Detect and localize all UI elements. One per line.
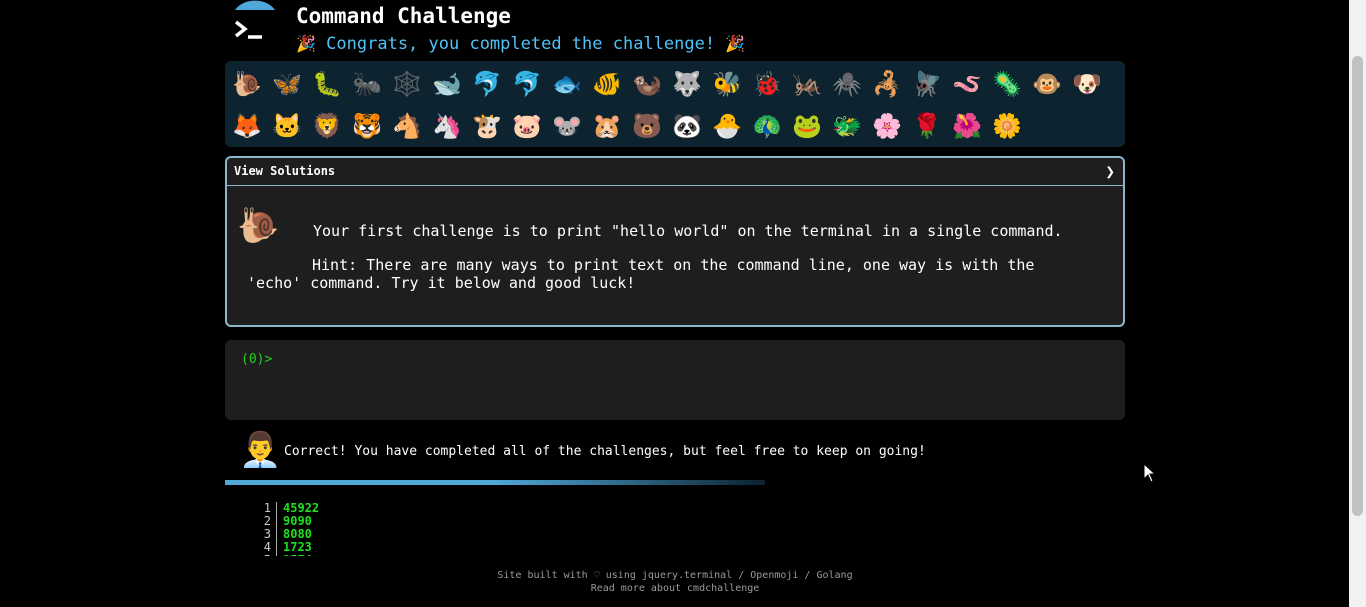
chevron-right-icon[interactable]: ❯: [1105, 162, 1115, 181]
challenge-emoji-icon[interactable]: 🐌: [227, 63, 267, 105]
challenge-emoji-icon[interactable]: 🐲: [827, 105, 867, 147]
challenge-emoji-icon[interactable]: 🐝: [707, 63, 747, 105]
footer-credits: Site built with ♡ using jquery.terminal …: [497, 570, 853, 581]
challenge-emoji-icon[interactable]: 🦚: [747, 105, 787, 147]
challenge-emoji-icon[interactable]: 🦁: [307, 105, 347, 147]
challenge-description: Your first challenge is to print "hello …: [313, 222, 1063, 240]
challenge-emoji-icon[interactable]: 🦂: [867, 63, 907, 105]
page-title: Command Challenge: [296, 4, 511, 28]
challenge-emoji-icon[interactable]: 🐵: [1027, 63, 1067, 105]
challenge-emoji-icon[interactable]: 🕸️: [387, 63, 427, 105]
result-message: 👨‍💼 Correct! You have completed all of t…: [225, 428, 1125, 480]
challenge-panel: View Solutions ❯ 🐌 Your first challenge …: [225, 156, 1125, 327]
result-divider-bar: [225, 480, 765, 485]
footer: Site built with ♡ using jquery.terminal …: [225, 569, 1125, 595]
footer-read-more-link[interactable]: Read more about cmdchallenge: [225, 582, 1125, 595]
challenge-emoji-icon[interactable]: 🌺: [947, 105, 987, 147]
challenge-emoji-icon[interactable]: 🐛: [307, 63, 347, 105]
party-popper-icon: 🎉: [725, 34, 746, 53]
page-scrollbar[interactable]: [1349, 0, 1366, 607]
challenge-emoji-icon[interactable]: 🐯: [347, 105, 387, 147]
challenge-emoji-icon[interactable]: 🐹: [587, 105, 627, 147]
challenge-emoji-icon[interactable]: 🐬: [467, 63, 507, 105]
challenge-emoji-icon[interactable]: 🐷: [507, 105, 547, 147]
challenge-emoji-icon[interactable]: 🪰: [907, 63, 947, 105]
challenge-emoji-icon[interactable]: 🐞: [747, 63, 787, 105]
challenge-emoji-icon[interactable]: 🐜: [347, 63, 387, 105]
challenge-emoji-icon[interactable]: 🕷️: [827, 63, 867, 105]
header: Command Challenge 🎉 Congrats, you comple…: [230, 0, 1130, 60]
view-solutions-toggle[interactable]: View Solutions ❯: [227, 158, 1123, 186]
scrollbar-thumb[interactable]: [1352, 56, 1363, 516]
challenge-emoji-icon[interactable]: 🐺: [667, 63, 707, 105]
challenge-emoji-icon[interactable]: 🌸: [867, 105, 907, 147]
terminal[interactable]: (0)>: [225, 340, 1125, 420]
challenge-emoji-icon[interactable]: 🌹: [907, 105, 947, 147]
challenge-emoji-icon[interactable]: 🐶: [1067, 63, 1107, 105]
scores-list: 14592229090380804172351574: [255, 502, 319, 556]
result-text: Correct! You have completed all of the c…: [284, 444, 926, 459]
challenge-emoji-icon[interactable]: 🐱: [267, 105, 307, 147]
challenge-emoji-icon[interactable]: 🦦: [627, 63, 667, 105]
challenge-emoji-icon[interactable]: 🌼: [987, 105, 1027, 147]
challenge-emoji-icon[interactable]: 🐣: [707, 105, 747, 147]
snail-icon: 🐌: [237, 206, 280, 246]
challenge-emoji-icon[interactable]: 🐠: [587, 63, 627, 105]
challenge-hint: Hint: There are many ways to print text …: [247, 256, 1035, 292]
score-line-number: 5: [255, 554, 277, 556]
challenge-emoji-grid: 🐌 🦋 🐛 🐜 🕸️ 🐋 🐬 🐬 🐟 🐠 🦦 🐺 🐝 🐞 🦗 🕷️ 🦂 🪰 🪱 🦠 🐵 🐶 🦊 🐱 🦁 🐯 🐴 🦄 🐮 🐷 🐭 🐹 🐻 🐼 🐣 🦚 🐸 🐲…: [227, 63, 1125, 147]
score-value: 1574: [277, 554, 312, 557]
challenge-emoji-icon[interactable]: 🦄: [427, 105, 467, 147]
challenge-emoji-icon[interactable]: 🪱: [947, 63, 987, 105]
challenge-emoji-icon[interactable]: 🐬: [507, 63, 547, 105]
challenge-emoji-icon[interactable]: 🐸: [787, 105, 827, 147]
challenge-emoji-icon[interactable]: 🦋: [267, 63, 307, 105]
challenge-emoji-icon[interactable]: 🐻: [627, 105, 667, 147]
challenge-emoji-icon[interactable]: 🦠: [987, 63, 1027, 105]
challenge-emoji-icon[interactable]: 🐟: [547, 63, 587, 105]
view-solutions-label: View Solutions: [234, 164, 336, 178]
mouse-pointer-icon: [1143, 463, 1157, 483]
person-avatar-icon: 👨‍💼: [239, 430, 282, 470]
congrats-banner: 🎉 Congrats, you completed the challenge!…: [296, 34, 745, 54]
terminal-logo-icon: [233, 0, 277, 46]
congrats-text: Congrats, you completed the challenge!: [326, 34, 716, 54]
challenge-emoji-icon[interactable]: 🐮: [467, 105, 507, 147]
challenge-emoji-icon[interactable]: 🐋: [427, 63, 467, 105]
challenge-emoji-icon[interactable]: 🐴: [387, 105, 427, 147]
challenge-progress-bar: 🐌 🦋 🐛 🐜 🕸️ 🐋 🐬 🐬 🐟 🐠 🦦 🐺 🐝 🐞 🦗 🕷️ 🦂 🪰 🪱 🦠 🐵 🐶 🦊 🐱 🦁 🐯 🐴 🦄 🐮 🐷 🐭 🐹 🐻 🐼 🐣 🦚 🐸 🐲…: [225, 61, 1125, 147]
challenge-emoji-icon[interactable]: 🦗: [787, 63, 827, 105]
challenge-emoji-icon[interactable]: 🐭: [547, 105, 587, 147]
challenge-emoji-icon[interactable]: 🐼: [667, 105, 707, 147]
party-popper-icon: 🎉: [296, 34, 316, 53]
challenge-emoji-icon[interactable]: 🦊: [227, 105, 267, 147]
terminal-prompt: (0)>: [241, 352, 273, 367]
score-row: 51574: [255, 554, 319, 556]
